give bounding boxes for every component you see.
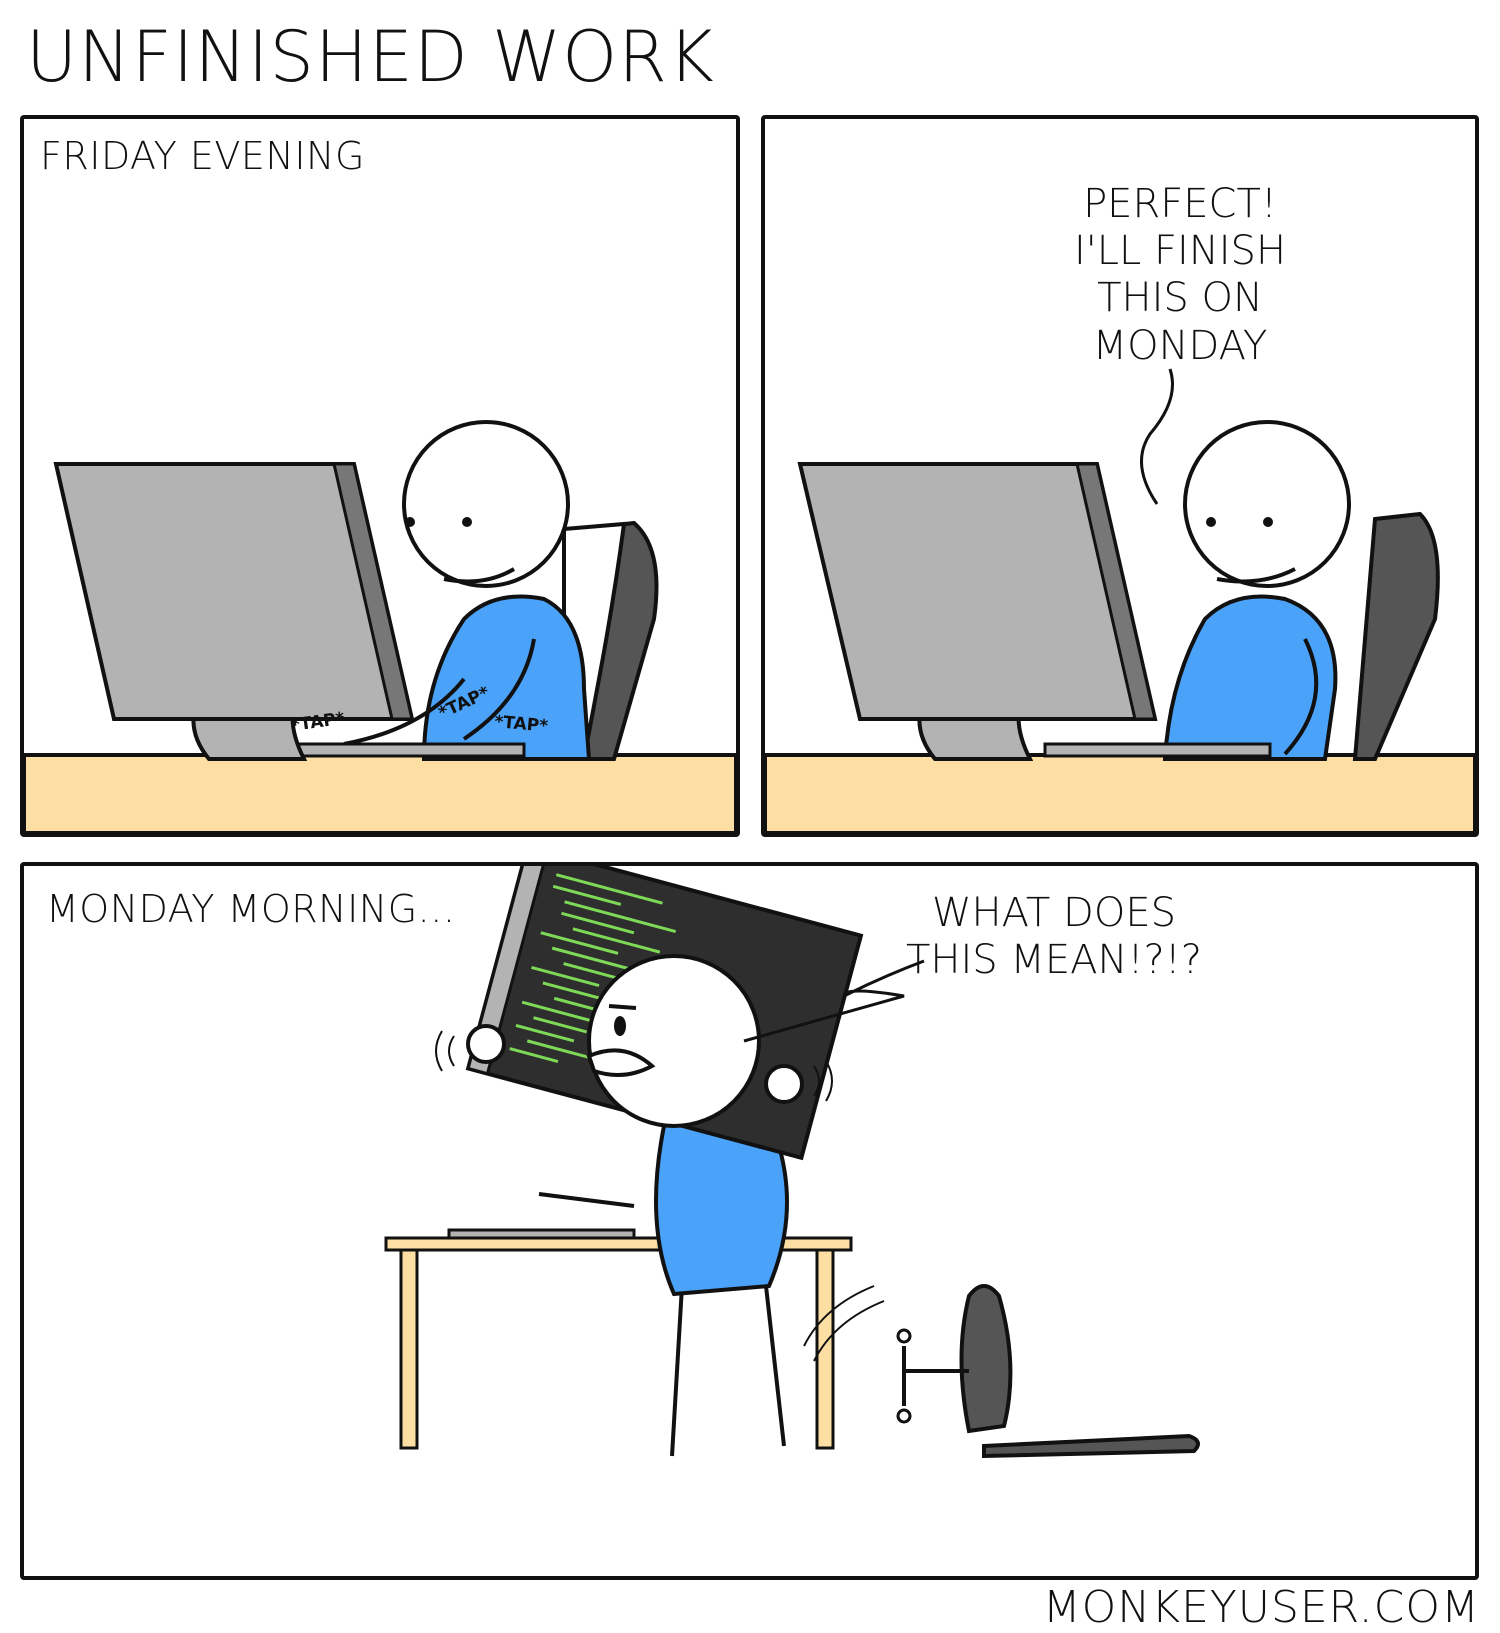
panel-monday-rage: MONDAY MORNING... WHAT DOES THIS MEAN!?!… [20, 862, 1479, 1580]
eye-left [405, 517, 415, 527]
keyboard [447, 1228, 636, 1240]
person-torso [1162, 594, 1338, 761]
keyboard [1043, 742, 1272, 758]
site-credit: MONKEYUSER.COM [1042, 1582, 1480, 1633]
office-chair-fallen [959, 1284, 1013, 1434]
caption-monday: MONDAY MORNING... [46, 887, 456, 931]
speech-line: MONDAY [1092, 322, 1268, 369]
person-head-angry [587, 954, 761, 1128]
eyebrow [608, 1004, 637, 1010]
person-torso [421, 594, 592, 761]
eye-right [1263, 517, 1273, 527]
panel3-illustration [384, 866, 1200, 1459]
speech-line: WHAT DOES [932, 890, 1176, 936]
eye-right [462, 517, 472, 527]
eye-left [1206, 517, 1216, 527]
speech-line: THIS MEAN!?!? [905, 937, 1202, 984]
desk [24, 753, 736, 833]
eye-angry [614, 1016, 626, 1036]
speech-line: I'LL FINISH [1073, 228, 1287, 275]
hand-left [466, 1024, 506, 1064]
speech-tail [1140, 368, 1174, 505]
speech-bubble-perfect: PERFECT! I'LL FINISH THIS ON MONDAY [1015, 181, 1345, 370]
speech-line: THIS ON [1097, 275, 1263, 322]
panel1-illustration: *TAP* *TAP* *TAP* [24, 420, 736, 833]
desk-leg-right [815, 1248, 835, 1450]
panel-friday-typing: *TAP* *TAP* *TAP* FRIDAY EVENING [20, 115, 740, 837]
desk [765, 753, 1475, 833]
speech-line: PERFECT! [1083, 181, 1277, 227]
person-head [1183, 420, 1351, 588]
desk-leg-left [399, 1248, 419, 1450]
panel-friday-perfect: PERFECT! I'LL FINISH THIS ON MONDAY [761, 115, 1479, 837]
caption-friday: FRIDAY EVENING [40, 134, 365, 178]
keyboard [297, 742, 526, 758]
speech-bubble-what-does: WHAT DOES THIS MEAN!?!? [904, 890, 1204, 984]
person-head [402, 420, 570, 588]
office-chair [1352, 511, 1440, 761]
hand-right [764, 1064, 804, 1104]
comic-title: UNFINISHED WORK [26, 16, 715, 98]
